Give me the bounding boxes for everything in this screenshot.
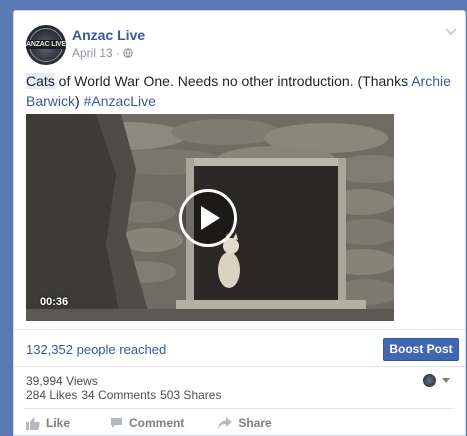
divider (14, 329, 465, 330)
shares-count[interactable]: 503 Shares (160, 388, 221, 402)
views-count: 39,994 Views (26, 374, 98, 388)
divider (24, 408, 455, 409)
page-avatar-small[interactable] (423, 374, 436, 387)
post-card: ANZAC LIVE Anzac Live April 13 · Cats of… (13, 10, 466, 436)
like-button[interactable]: Like (26, 416, 70, 430)
page-name-link[interactable]: Anzac Live (72, 27, 145, 43)
play-icon (201, 206, 220, 230)
globe-icon (123, 48, 133, 58)
chevron-down-icon[interactable] (445, 28, 457, 36)
likes-count[interactable]: 284 Likes (26, 388, 77, 402)
thumbs-up-icon (26, 417, 40, 430)
caption-text: of World War One. Needs no other introdu… (54, 73, 412, 89)
share-label: Share (238, 416, 272, 430)
avatar-logo-text: ANZAC LIVE (26, 40, 66, 49)
post-caption: Cats of World War One. Needs no other in… (26, 71, 456, 111)
engagement-stats: 284 Likes 34 Comments 503 Shares (26, 388, 225, 402)
comment-button[interactable]: Comment (110, 416, 184, 430)
share-button[interactable]: Share (218, 416, 272, 430)
boost-post-button[interactable]: Boost Post (383, 338, 459, 361)
post-meta: April 13 · (72, 46, 133, 60)
reach-link[interactable]: 132,352 people reached (26, 342, 166, 357)
comments-count[interactable]: 34 Comments (81, 388, 156, 402)
action-bar: Like Comment Share (14, 411, 465, 435)
like-label: Like (46, 416, 71, 430)
hashtag-link[interactable]: #AnzacLive (84, 93, 156, 109)
caret-down-icon[interactable] (442, 378, 450, 383)
share-arrow-icon (218, 417, 233, 429)
divider (14, 366, 465, 367)
caption-close: ) (75, 93, 84, 109)
video-player[interactable]: 00:36 (26, 114, 394, 321)
post-date[interactable]: April 13 · (72, 46, 120, 60)
page-avatar[interactable]: ANZAC LIVE (26, 25, 66, 65)
comment-icon (111, 418, 123, 428)
video-duration: 00:36 (40, 296, 69, 308)
caption-highlight: Cats (26, 73, 55, 89)
play-button[interactable] (179, 189, 237, 247)
comment-label: Comment (129, 416, 185, 430)
